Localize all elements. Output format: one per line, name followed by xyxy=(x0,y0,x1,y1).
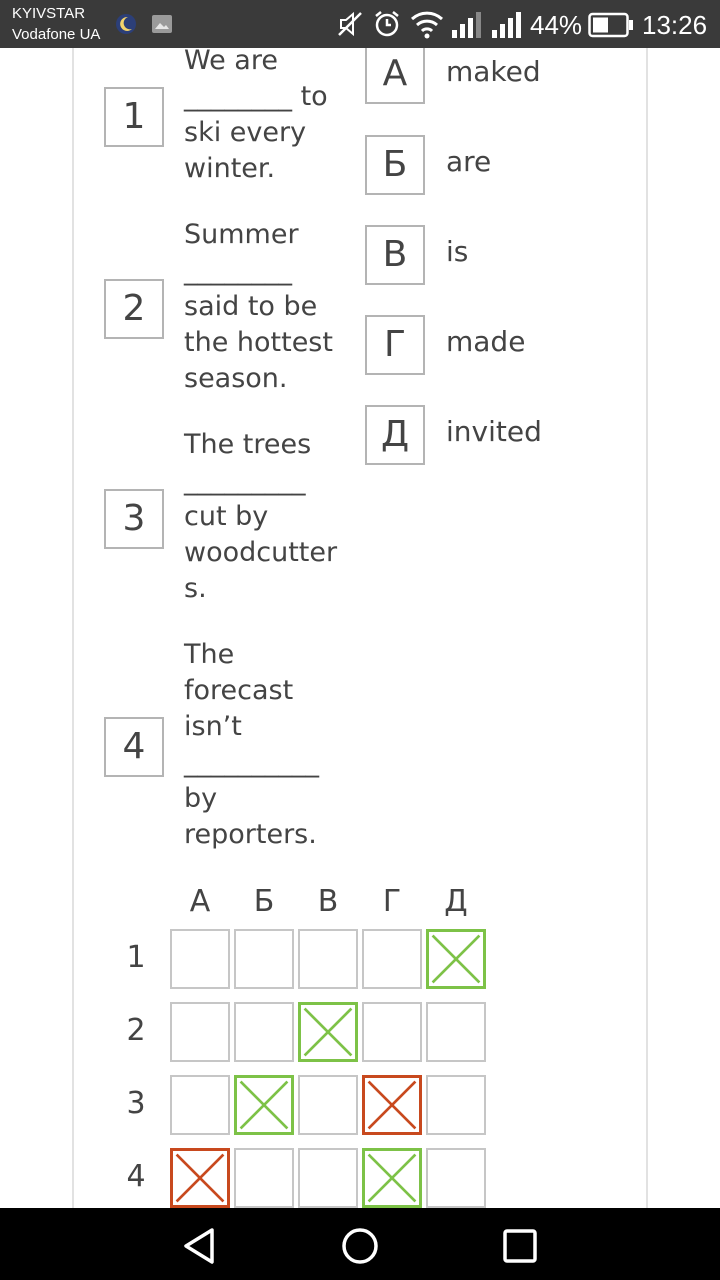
cross-mark-icon xyxy=(367,1153,417,1203)
option-letter-v: В xyxy=(365,225,425,285)
answer-cell-4-b[interactable] xyxy=(234,1148,294,1208)
grid-row-header-4: 4 xyxy=(126,1159,146,1194)
gallery-icon xyxy=(150,12,174,40)
grid-column-header-v: В xyxy=(317,884,339,919)
answer-cell-3-a[interactable] xyxy=(170,1075,230,1135)
right-border-line xyxy=(646,48,648,1208)
option-letter-d: Д xyxy=(365,405,425,465)
question-number-4: 4 xyxy=(104,717,164,777)
cross-mark-icon xyxy=(303,1007,353,1057)
grid-column-header-g: Г xyxy=(382,884,402,919)
signal-1-icon xyxy=(450,10,482,42)
answer-cell-4-a[interactable] xyxy=(170,1148,230,1208)
answer-cell-1-a[interactable] xyxy=(170,929,230,989)
clock: 13:26 xyxy=(642,10,708,40)
answer-cell-1-b[interactable] xyxy=(234,929,294,989)
back-icon[interactable] xyxy=(178,1224,222,1268)
question-number-3: 3 xyxy=(104,489,164,549)
cross-mark-icon xyxy=(239,1080,289,1130)
grid-row-header-1: 1 xyxy=(126,940,146,975)
option-letter-b: Б xyxy=(365,135,425,195)
answer-cell-2-d[interactable] xyxy=(426,1002,486,1062)
battery-percent: 44% xyxy=(530,10,583,40)
cross-mark-icon xyxy=(175,1153,225,1203)
option-letter-a: А xyxy=(365,48,425,104)
question-number-1: 1 xyxy=(104,87,164,147)
question-text-2: Summer ________ said to be the hottest s… xyxy=(184,219,333,394)
carrier-secondary: Vodafone UA xyxy=(12,26,101,43)
option-word-v: is xyxy=(446,235,469,268)
left-border-line xyxy=(72,48,74,1208)
option-word-b: are xyxy=(446,145,492,178)
answer-cell-2-a[interactable] xyxy=(170,1002,230,1062)
answer-cell-3-g[interactable] xyxy=(362,1075,422,1135)
option-word-a: maked xyxy=(446,55,541,88)
answer-cell-4-v[interactable] xyxy=(298,1148,358,1208)
answer-cell-1-d[interactable] xyxy=(426,929,486,989)
answer-cell-1-g[interactable] xyxy=(362,929,422,989)
grid-row-header-2: 2 xyxy=(126,1013,146,1048)
answer-cell-2-b[interactable] xyxy=(234,1002,294,1062)
signal-2-icon xyxy=(490,10,522,42)
question-text-4: The forecast isn’t __________ by reporte… xyxy=(184,639,319,850)
answer-cell-2-v[interactable] xyxy=(298,1002,358,1062)
carrier-primary: KYIVSTAR xyxy=(12,5,86,22)
answer-cell-3-b[interactable] xyxy=(234,1075,294,1135)
status-bar: KYIVSTAR Vodafone UA 44% 13:26 xyxy=(0,0,720,48)
night-mode-icon xyxy=(114,12,138,40)
answer-cell-4-g[interactable] xyxy=(362,1148,422,1208)
home-icon[interactable] xyxy=(338,1224,382,1268)
cross-mark-icon xyxy=(431,934,481,984)
answer-cell-4-d[interactable] xyxy=(426,1148,486,1208)
grid-column-header-a: А xyxy=(189,884,211,919)
question-number-2: 2 xyxy=(104,279,164,339)
cross-mark-icon xyxy=(367,1080,417,1130)
answer-cell-3-v[interactable] xyxy=(298,1075,358,1135)
exercise-content[interactable]: 1 We are ________ to ski every winter. 2… xyxy=(0,48,720,1208)
question-text-1: We are ________ to ski every winter. xyxy=(184,48,328,184)
wifi-icon xyxy=(410,9,444,43)
recents-icon[interactable] xyxy=(498,1224,542,1268)
grid-row-header-3: 3 xyxy=(126,1086,146,1121)
grid-column-header-b: Б xyxy=(253,884,275,919)
battery-icon xyxy=(588,12,634,42)
option-word-d: invited xyxy=(446,415,542,448)
answer-cell-2-g[interactable] xyxy=(362,1002,422,1062)
answer-cell-1-v[interactable] xyxy=(298,929,358,989)
option-letter-g: Г xyxy=(365,315,425,375)
navigation-bar xyxy=(0,1208,720,1280)
question-text-3: The trees _________ cut by woodcutter s. xyxy=(184,429,338,604)
mute-icon xyxy=(336,10,364,42)
option-word-g: made xyxy=(446,325,526,358)
answer-cell-3-d[interactable] xyxy=(426,1075,486,1135)
grid-column-header-d: Д xyxy=(444,884,468,919)
alarm-icon xyxy=(372,9,402,43)
